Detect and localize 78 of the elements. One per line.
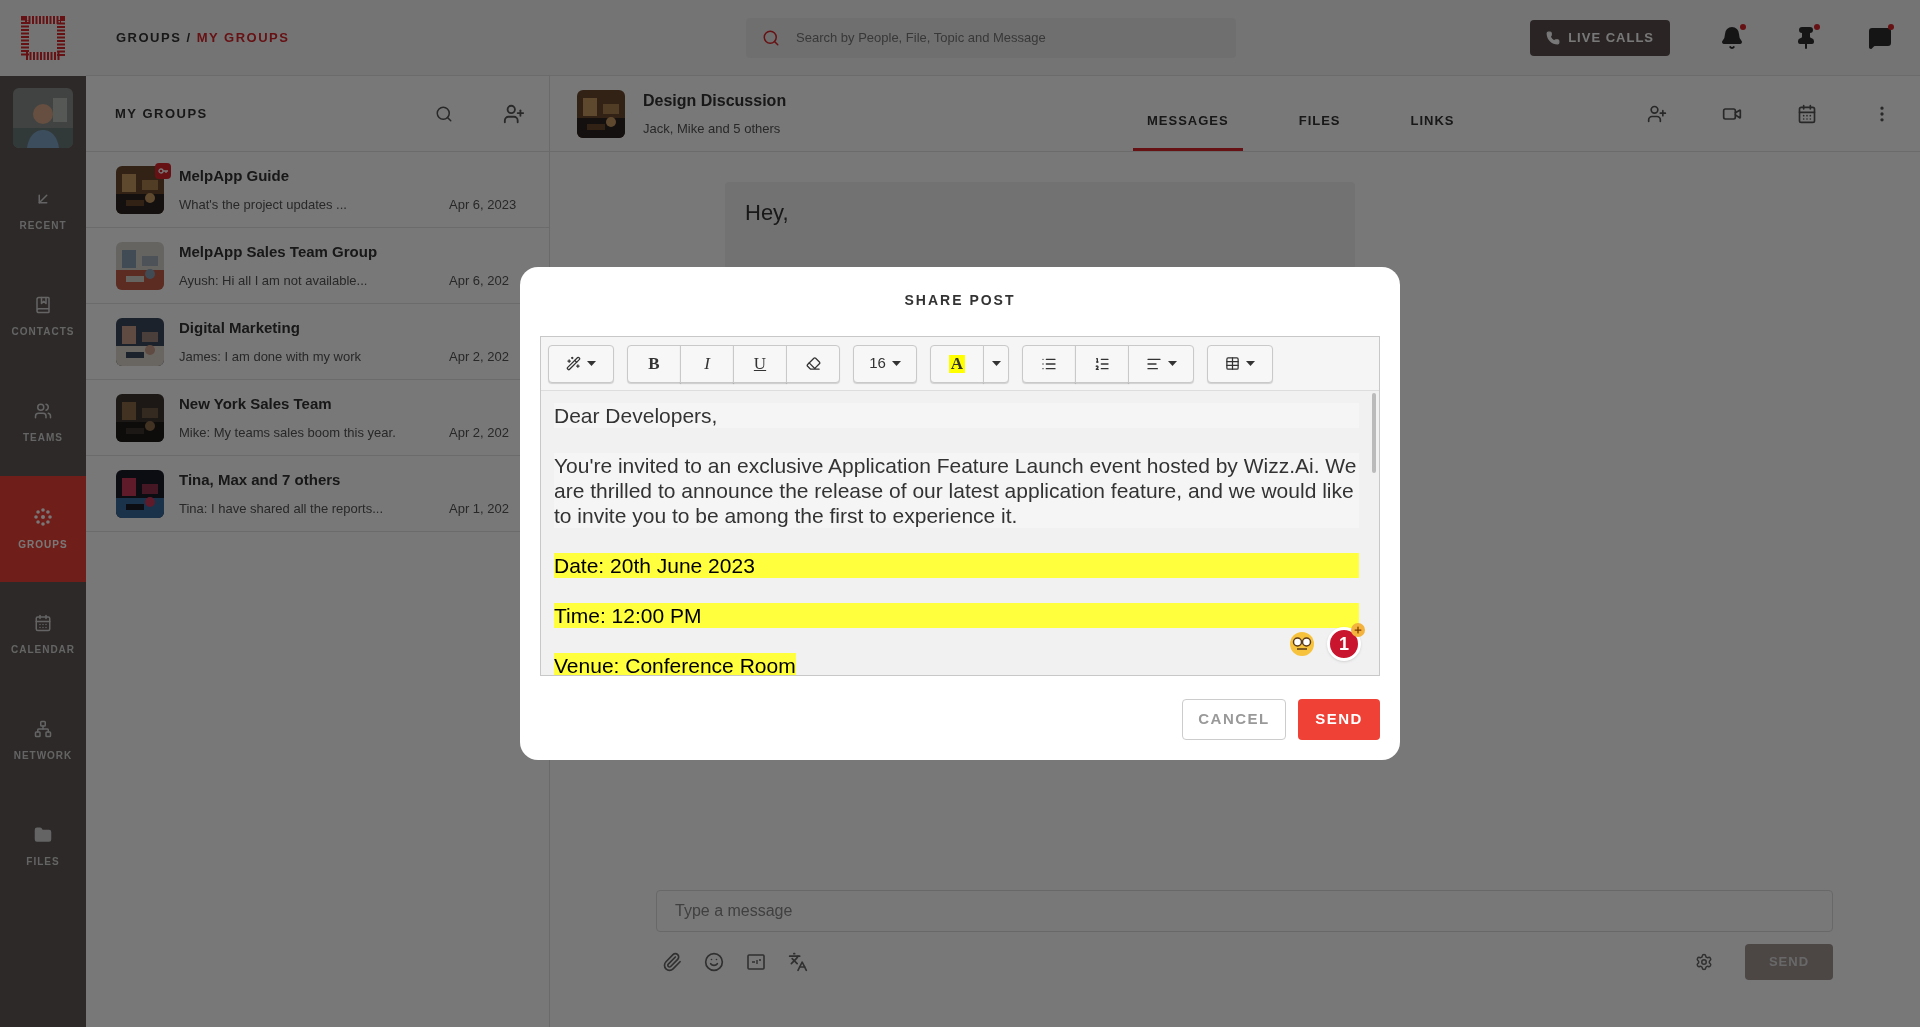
text-color-button[interactable]: A [930,344,984,383]
calendar-icon [34,613,52,632]
eraser-icon [805,356,821,371]
grammar-badge[interactable]: 1 [1327,627,1361,661]
numbered-list-icon [1094,355,1110,372]
search-icon [762,28,780,47]
panel-title: MY GROUPS [115,104,209,123]
live-calls-button[interactable]: LIVE CALLS [1530,19,1670,56]
table-button[interactable] [1207,344,1273,383]
plus-icon [1351,623,1365,637]
group-date: Apr 2, 202 [449,348,510,366]
group-date: Apr 6, 202 [449,272,510,290]
group-name: New York Sales Team [179,393,333,414]
breadcrumb: GROUPS / MY GROUPS [116,28,291,47]
style-button[interactable] [548,344,614,383]
group-name: Digital Marketing [179,317,301,338]
chat-tab[interactable]: FILES [1284,76,1355,151]
add-person-icon[interactable] [503,102,525,125]
group-preview: What's the project updates ... [179,196,347,214]
group-preview: Ayush: Hi all I am not available... [179,272,368,290]
send-button[interactable]: SEND [1298,699,1380,740]
people-icon [34,401,52,420]
message-text: Hey, [745,199,790,227]
attach-icon[interactable] [662,952,682,972]
editor-paragraph: Venue: Conference Room [554,653,796,675]
editor-paragraph: Time: 12:00 PM [554,603,1359,628]
caret-icon [1246,361,1255,366]
wand-icon [566,356,581,371]
cancel-button[interactable]: CANCEL [1182,699,1286,740]
group-preview: Tina: I have shared all the reports... [179,500,383,518]
notifications-icon[interactable] [1720,25,1744,50]
table-icon [1225,356,1240,371]
group-date: Apr 1, 202 [449,500,510,518]
book-icon [34,295,52,314]
calendar-icon[interactable] [1797,103,1817,124]
group-name: MelpApp Sales Team Group [179,241,379,262]
group-preview: James: I am done with my work [179,348,362,366]
eraser-button[interactable] [786,344,840,383]
glasses-emoji-icon [1289,631,1315,657]
settings-icon[interactable] [1695,953,1713,971]
chat-icon[interactable] [1868,25,1892,50]
translate-icon[interactable] [788,952,808,972]
editor-paragraph: Date: 20th June 2023 [554,553,1359,578]
bold-button[interactable]: B [627,344,681,383]
group-name: Tina, Max and 7 others [179,469,342,490]
chat-title: Design Discussion [643,90,788,111]
caret-icon [587,361,596,366]
numbered-list-button[interactable] [1075,344,1129,383]
logo [18,13,68,63]
align-button[interactable] [1128,344,1194,383]
message-field[interactable]: Type a message [656,890,1833,932]
chat-tab[interactable]: LINKS [1396,76,1469,151]
gif-icon[interactable] [746,952,766,972]
editor-paragraph: Dear Developers, [554,403,1359,428]
emoji-icon[interactable] [704,952,724,972]
add-person-icon[interactable] [1647,103,1667,124]
chat-members: Jack, Mike and 5 others [643,119,782,138]
group-item[interactable]: MelpApp Guide What's the project updates ... Apr 6, 2023 [86,152,549,228]
caret-icon [991,361,1001,366]
phone-icon [1546,30,1561,45]
color-menu-button[interactable] [983,344,1009,383]
underline-button[interactable]: U [733,344,787,383]
caret-icon [1167,361,1177,366]
network-icon [34,719,52,738]
group-date: Apr 6, 2023 [449,196,518,214]
group-date: Apr 2, 202 [449,424,510,442]
chat-tab[interactable]: MESSAGES [1133,76,1243,151]
group-preview: Mike: My teams sales boom this year. [179,424,396,442]
folder-icon [34,825,52,844]
italic-button[interactable]: I [680,344,734,383]
dialog-title: SHARE POST [903,291,1017,310]
nav-item[interactable]: GROUPS [0,476,86,582]
font-size-button[interactable]: 16 [853,344,917,383]
search-icon[interactable] [435,104,453,123]
editor-paragraph: You're invited to an exclusive Application Feature Launch event hosted by Wizz.Ai. We are thrilled to announce the release of our latest application feature, and we would like to invite you to be among the first to experience it. [554,453,1359,528]
group-name: MelpApp Guide [179,165,290,186]
dots-circle-icon [33,506,53,527]
caret-icon [891,361,901,366]
